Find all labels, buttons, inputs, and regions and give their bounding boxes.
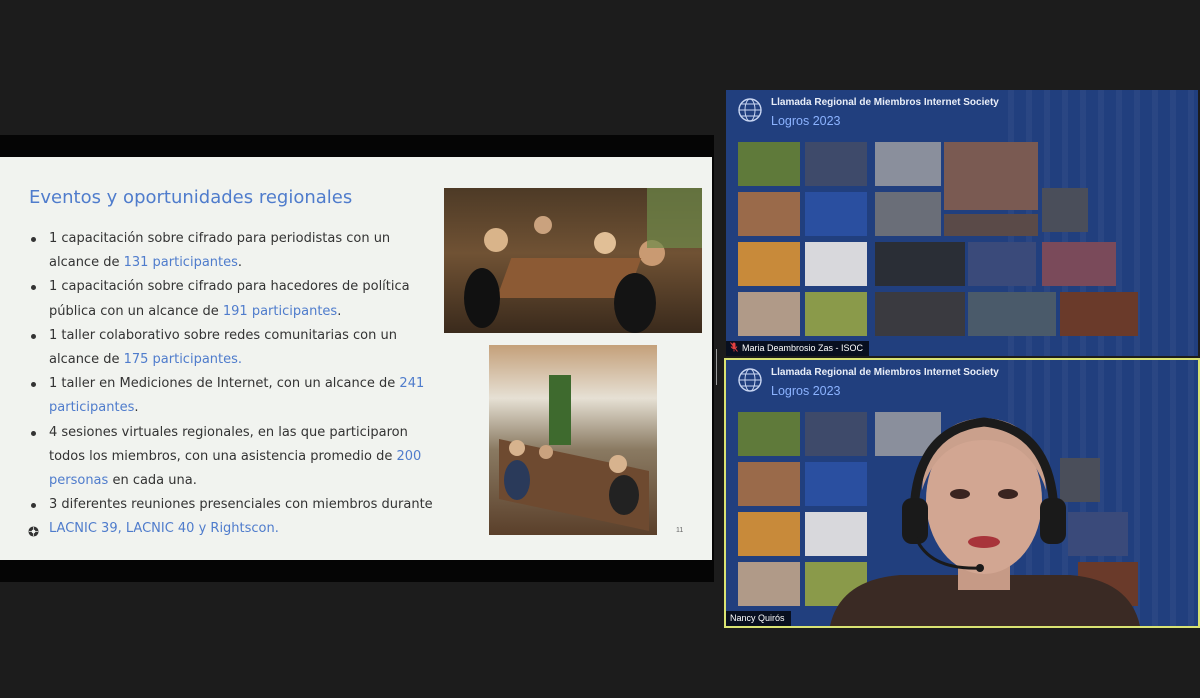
panel-resize-handle[interactable] <box>716 349 719 385</box>
collage-photo <box>738 512 800 556</box>
isoc-globe-icon <box>738 98 762 122</box>
collage-photo <box>1042 242 1116 286</box>
participant-name-label: Nancy Quirós <box>726 611 791 626</box>
collage-photo <box>1042 188 1088 232</box>
isoc-globe-icon <box>738 368 762 392</box>
participant-name: Nancy Quirós <box>730 613 785 623</box>
collage-photo <box>738 242 800 286</box>
collage-photo <box>944 214 1038 236</box>
collage-photo <box>875 292 965 336</box>
collage-photo <box>738 142 800 186</box>
collage-photo <box>1060 292 1138 336</box>
slide-bullet-list: 1 capacitación sobre cifrado para period… <box>24 227 444 542</box>
group-terrace-photo <box>489 345 657 535</box>
shared-slide: Eventos y oportunidades regionales 1 cap… <box>0 157 712 560</box>
group-dinner-photo <box>444 188 702 333</box>
collage-photo <box>944 142 1038 210</box>
collage-photo <box>875 192 941 236</box>
bullet-item: 1 taller colaborativo sobre redes comuni… <box>24 324 444 372</box>
collage-photo <box>805 192 867 236</box>
collage-photo <box>968 292 1056 336</box>
speaker-video <box>830 417 1140 626</box>
collage-photo <box>805 292 867 336</box>
participant-name: Maria Deambrosio Zas - ISOC <box>742 343 864 353</box>
tile-subheading: Logros 2023 <box>771 114 841 128</box>
collage-photo <box>738 462 800 506</box>
tile-heading: Llamada Regional de Miembros Internet So… <box>771 97 999 108</box>
collage-photo <box>805 242 867 286</box>
slide-page-number: 11 <box>676 527 684 534</box>
muted-microphone-icon <box>730 342 738 352</box>
bullet-item: 1 capacitación sobre cifrado para period… <box>24 227 444 275</box>
collage-photo <box>738 412 800 456</box>
collage-photo <box>738 562 800 606</box>
isoc-logo-icon <box>28 526 39 537</box>
video-tile-nancy[interactable]: Llamada Regional de Miembros Internet So… <box>724 358 1200 628</box>
collage-photo <box>875 242 965 286</box>
video-tile-maria[interactable]: Llamada Regional de Miembros Internet So… <box>726 90 1198 356</box>
participant-name-label: Maria Deambrosio Zas - ISOC <box>726 341 870 356</box>
bullet-item: 1 taller en Mediciones de Internet, con … <box>24 372 444 420</box>
bullet-item: 3 diferentes reuniones presenciales con … <box>24 493 444 541</box>
collage-photo <box>738 192 800 236</box>
bullet-item: 1 capacitación sobre cifrado para hacedo… <box>24 275 444 323</box>
tile-heading: Llamada Regional de Miembros Internet So… <box>771 367 999 378</box>
bullet-item: 4 sesiones virtuales regionales, en las … <box>24 421 444 494</box>
collage-photo <box>805 142 867 186</box>
tile-subheading: Logros 2023 <box>771 384 841 398</box>
collage-photo <box>968 242 1036 286</box>
slide-title: Eventos y oportunidades regionales <box>29 187 353 208</box>
collage-photo <box>875 142 941 186</box>
collage-photo <box>738 292 800 336</box>
